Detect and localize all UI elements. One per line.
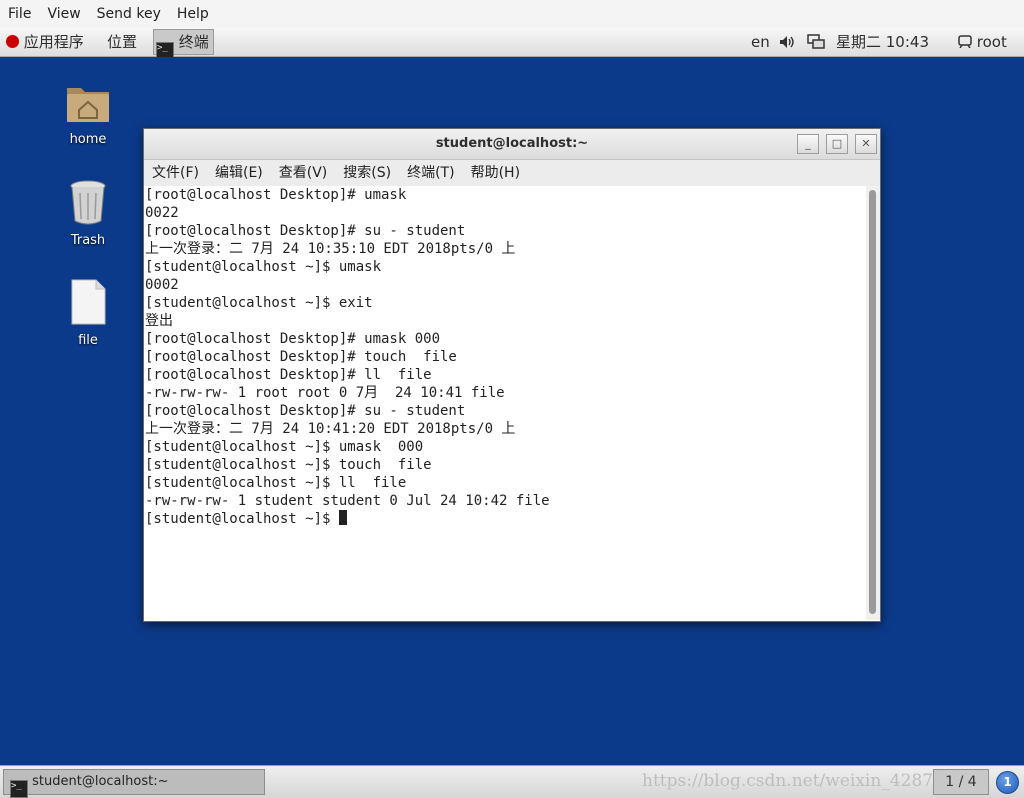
terminal-line: 上一次登录：二 7月 24 10:41:20 EDT 2018pts/0 上	[145, 421, 516, 437]
user-label: root	[976, 33, 1007, 51]
host-menu-bar: File View Send key Help	[0, 0, 1024, 29]
maximize-button[interactable]: □	[826, 134, 848, 154]
user-menu[interactable]: root	[958, 28, 1007, 56]
terminal-line: [root@localhost Desktop]# su - student	[145, 223, 466, 239]
window-list-label: student@localhost:~	[32, 774, 169, 789]
window-list-item[interactable]: >_ student@localhost:~	[3, 769, 265, 798]
terminal-menu-file[interactable]: 文件(F)	[144, 160, 207, 186]
terminal-line: -rw-rw-rw- 1 student student 0 Jul 24 10…	[145, 493, 550, 509]
host-menu-send-key[interactable]: Send key	[89, 0, 169, 28]
terminal-line: [student@localhost ~]$ exit	[145, 295, 373, 311]
terminal-line: 登出	[145, 313, 173, 329]
trash-icon	[70, 180, 106, 225]
terminal-prompt-line[interactable]: [student@localhost ~]$	[144, 510, 866, 528]
host-menu-help[interactable]: Help	[169, 0, 217, 28]
workspace-pager[interactable]: 1 / 4	[933, 769, 989, 795]
watermark: https://blog.csdn.net/weixin_4287	[642, 771, 934, 791]
file-label: file	[78, 333, 98, 348]
close-button[interactable]: ✕	[855, 134, 877, 154]
clock[interactable]: 星期二 10:43	[836, 28, 929, 56]
bottom-panel: >_ student@localhost:~ https://blog.csdn…	[0, 765, 1024, 798]
terminal-output[interactable]: [root@localhost Desktop]# umask 0022 [ro…	[144, 186, 866, 620]
terminal-line: 上一次登录：二 7月 24 10:35:10 EDT 2018pts/0 上	[145, 241, 516, 257]
top-panel: 应用程序 位置 >_ 终端 en 星期二 10:43 root	[0, 28, 1024, 60]
terminal-line: [root@localhost Desktop]# umask 000	[145, 331, 441, 347]
trash-label: Trash	[70, 233, 106, 248]
terminal-menu-help[interactable]: 帮助(H)	[463, 160, 528, 186]
minimize-button[interactable]: _	[797, 134, 819, 154]
home-label: home	[69, 132, 107, 147]
terminal-menu-search[interactable]: 搜索(S)	[335, 160, 399, 186]
terminal-line: [student@localhost ~]$ umask 000	[145, 439, 424, 455]
network-icon[interactable]	[807, 28, 825, 56]
user-icon	[958, 35, 972, 49]
places-menu[interactable]: 位置	[107, 28, 137, 56]
document-icon	[71, 279, 106, 325]
terminal-cursor	[338, 510, 347, 525]
terminal-menu-edit[interactable]: 编辑(E)	[207, 160, 271, 186]
terminal-menu-terminal[interactable]: 终端(T)	[399, 160, 462, 186]
language-indicator[interactable]: en	[751, 28, 770, 56]
terminal-task-label: 终端	[178, 33, 209, 51]
desktop-icon-trash[interactable]: Trash	[48, 179, 128, 248]
terminal-line: [root@localhost Desktop]# su - student	[145, 403, 466, 419]
terminal-line: [root@localhost Desktop]# umask	[145, 187, 407, 203]
applications-menu[interactable]: 应用程序	[6, 28, 84, 56]
terminal-line: [root@localhost Desktop]# ll file	[145, 367, 432, 383]
applications-label: 应用程序	[23, 33, 84, 51]
terminal-line: [student@localhost ~]$ umask	[145, 259, 382, 275]
terminal-icon: >_	[10, 780, 28, 798]
terminal-line: -rw-rw-rw- 1 root root 0 7月 24 10:41 fil…	[145, 385, 505, 401]
terminal-prompt: [student@localhost ~]$	[145, 511, 339, 527]
terminal-scrollbar[interactable]	[866, 186, 880, 620]
terminal-line: [student@localhost ~]$ ll file	[145, 475, 407, 491]
folder-home-icon	[67, 88, 109, 122]
desktop-icon-home[interactable]: home	[48, 80, 128, 147]
host-menu-file[interactable]: File	[0, 0, 39, 28]
terminal-window[interactable]: student@localhost:~ _ □ ✕ 文件(F) 编辑(E) 查看…	[143, 128, 881, 622]
terminal-task-button[interactable]: >_ 终端	[153, 29, 214, 60]
terminal-line: [root@localhost Desktop]# touch file	[145, 349, 457, 365]
terminal-line: [student@localhost ~]$ touch file	[145, 457, 432, 473]
host-menu-view[interactable]: View	[39, 0, 88, 28]
notification-badge[interactable]: 1	[996, 771, 1019, 794]
terminal-menubar: 文件(F) 编辑(E) 查看(V) 搜索(S) 终端(T) 帮助(H)	[144, 160, 880, 186]
terminal-titlebar[interactable]: student@localhost:~ _ □ ✕	[144, 129, 880, 160]
scrollbar-thumb[interactable]	[869, 190, 876, 614]
volume-icon[interactable]	[779, 28, 795, 56]
desktop-icon-file[interactable]: file	[48, 279, 128, 348]
terminal-menu-view[interactable]: 查看(V)	[271, 160, 336, 186]
redhat-icon	[6, 35, 19, 48]
terminal-title: student@localhost:~	[435, 136, 589, 151]
terminal-line: 0022	[145, 205, 179, 221]
terminal-line: 0002	[145, 277, 179, 293]
